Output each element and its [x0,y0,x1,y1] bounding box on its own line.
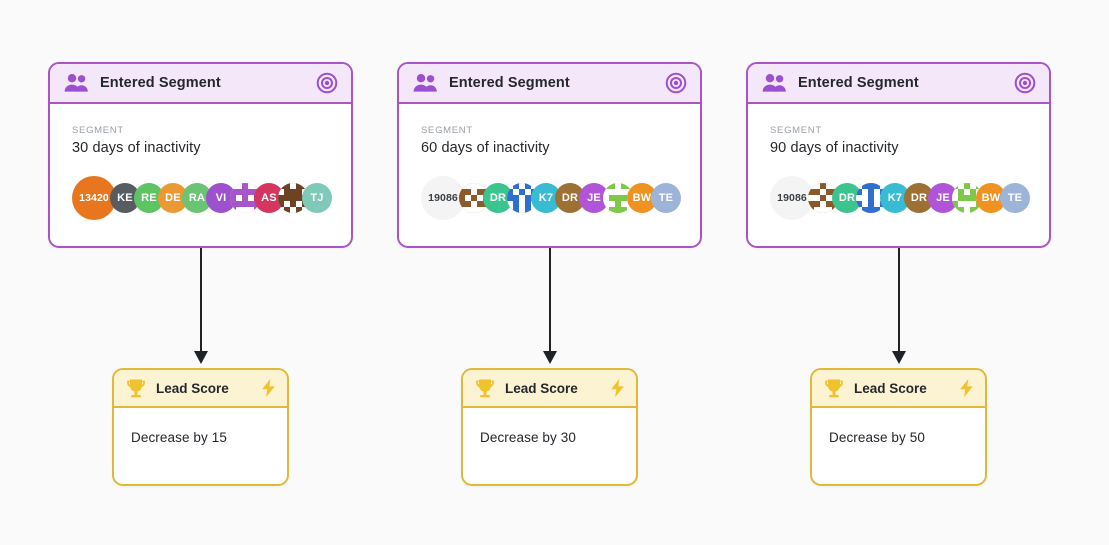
trophy-icon [125,378,147,399]
node-body: SEGMENT 90 days of inactivity 19086 DR K7 D… [748,104,1049,220]
lightning-icon [958,378,975,398]
avatar-initials[interactable]: TE [1000,183,1030,213]
journey-canvas: Entered Segment SEGMENT 30 days of inact… [0,0,1109,545]
avatar-initials[interactable]: TJ [302,183,332,213]
target-icon[interactable] [316,72,338,94]
node-header: Entered Segment [399,64,700,104]
segment-field-label: SEGMENT [770,125,822,136]
node-title: Lead Score [505,380,578,396]
node-header: Lead Score [463,370,636,408]
node-body: Decrease by 30 [463,408,636,445]
lead-score-node[interactable]: Lead Score Decrease by 15 [112,368,289,486]
node-body: Decrease by 50 [812,408,985,445]
avatar-stack[interactable]: 19086 DR K7 DR JE BW TE [770,176,1030,220]
node-body: Decrease by 15 [114,408,287,445]
lightning-icon [260,378,277,398]
node-title: Entered Segment [798,75,919,91]
node-header: Entered Segment [748,64,1049,104]
entered-segment-node[interactable]: Entered Segment SEGMENT 90 days of inact… [746,62,1051,248]
trophy-icon [823,378,845,399]
target-icon[interactable] [1014,72,1036,94]
node-header: Lead Score [114,370,287,408]
lightning-icon [609,378,626,398]
segment-field-value: 60 days of inactivity [421,140,550,156]
people-icon [762,73,787,93]
segment-field-label: SEGMENT [421,125,473,136]
node-header: Lead Score [812,370,985,408]
segment-field-value: 90 days of inactivity [770,140,899,156]
people-icon [64,73,89,93]
lead-score-value: Decrease by 15 [131,430,227,445]
segment-field-label: SEGMENT [72,125,124,136]
trophy-icon [474,378,496,399]
lead-score-value: Decrease by 50 [829,430,925,445]
entered-segment-node[interactable]: Entered Segment SEGMENT 60 days of inact… [397,62,702,248]
avatar-stack[interactable]: 19086 DR K7 DR JE BW TE [421,176,681,220]
node-title: Entered Segment [449,75,570,91]
segment-field-value: 30 days of inactivity [72,140,201,156]
lead-score-value: Decrease by 30 [480,430,576,445]
avatar-stack[interactable]: 13420 KE RE DE RA VI AS TJ [72,176,332,220]
node-body: SEGMENT 60 days of inactivity 19086 DR K7 D… [399,104,700,220]
avatar-initials[interactable]: TE [651,183,681,213]
lead-score-node[interactable]: Lead Score Decrease by 50 [810,368,987,486]
node-title: Entered Segment [100,75,221,91]
lead-score-node[interactable]: Lead Score Decrease by 30 [461,368,638,486]
node-body: SEGMENT 30 days of inactivity 13420 KE RE D… [50,104,351,220]
node-header: Entered Segment [50,64,351,104]
node-title: Lead Score [854,380,927,396]
entered-segment-node[interactable]: Entered Segment SEGMENT 30 days of inact… [48,62,353,248]
target-icon[interactable] [665,72,687,94]
node-title: Lead Score [156,380,229,396]
people-icon [413,73,438,93]
